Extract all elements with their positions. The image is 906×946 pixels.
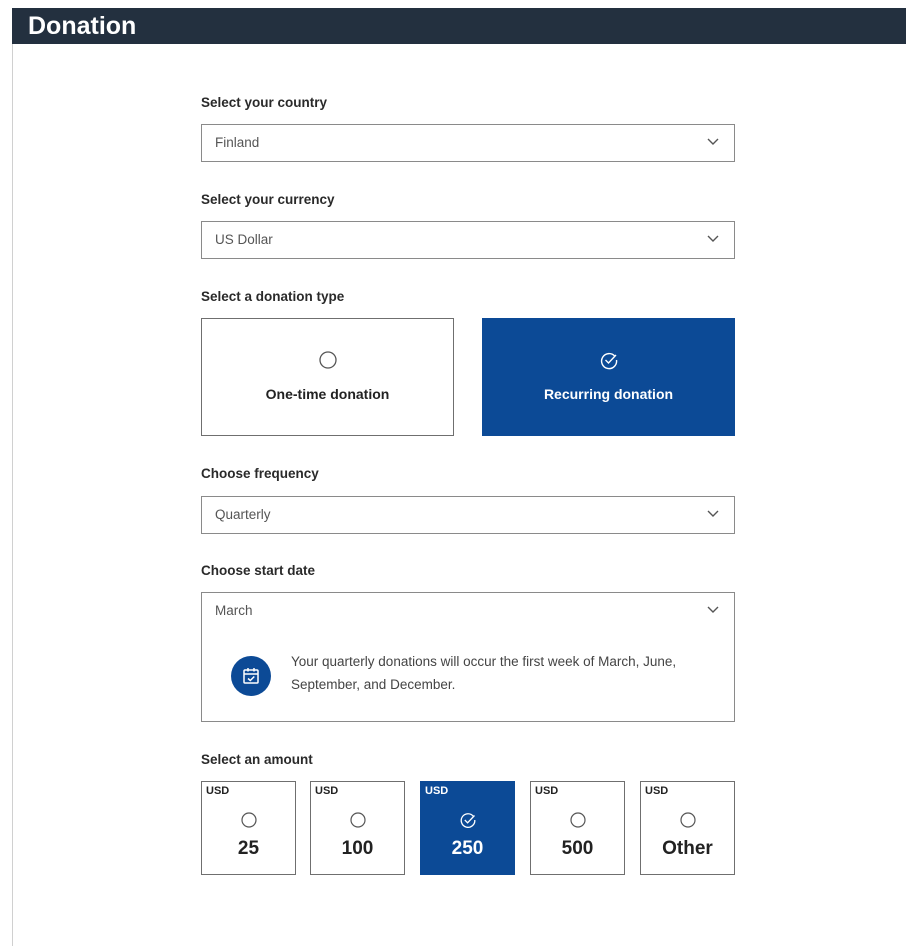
- radio-empty-icon: [318, 351, 337, 369]
- amount-option-500[interactable]: USD 500: [530, 781, 625, 875]
- schedule-info-text: Your quarterly donations will occur the …: [291, 654, 677, 692]
- currency-value: US Dollar: [215, 232, 273, 247]
- amount-value: 500: [561, 838, 594, 859]
- start-date-select[interactable]: March: [201, 592, 735, 630]
- check-circle-icon: [460, 813, 475, 828]
- chevron-down-icon: [707, 235, 719, 242]
- donation-type-label: Select a donation type: [201, 289, 345, 304]
- radio-empty-icon: [569, 812, 586, 828]
- radio-empty-icon: [349, 812, 366, 828]
- page-title: Donation: [28, 12, 137, 40]
- frequency-value: Quarterly: [215, 507, 271, 522]
- radio-empty-icon: [679, 812, 696, 828]
- amount-value: Other: [662, 838, 713, 859]
- start-date-label: Choose start date: [201, 563, 316, 578]
- amount-value: 250: [451, 838, 484, 859]
- amount-value: 100: [341, 838, 374, 859]
- page-header: Donation: [12, 8, 906, 44]
- page-left-border: [12, 44, 13, 946]
- amount-value: 25: [237, 838, 260, 859]
- country-value: Finland: [215, 135, 260, 150]
- amount-currency: USD: [535, 785, 559, 797]
- amount-label: Select an amount: [201, 752, 313, 767]
- start-date-value: March: [215, 603, 253, 618]
- amount-option-25[interactable]: USD 25: [201, 781, 296, 875]
- amount-option-100[interactable]: USD 100: [310, 781, 405, 875]
- frequency-label: Choose frequency: [201, 466, 319, 481]
- calendar-check-icon: [231, 656, 271, 696]
- amount-currency: USD: [645, 785, 669, 797]
- amount-currency: USD: [425, 785, 449, 797]
- amount-currency: USD: [206, 785, 230, 797]
- frequency-select[interactable]: Quarterly: [201, 496, 735, 534]
- schedule-info-box: Your quarterly donations will occur the …: [201, 628, 735, 722]
- radio-empty-icon: [240, 812, 257, 828]
- currency-select[interactable]: US Dollar: [201, 221, 735, 259]
- chevron-down-icon: [707, 138, 719, 145]
- one-time-donation-option[interactable]: One-time donation: [201, 318, 454, 436]
- recurring-donation-label: Recurring donation: [543, 386, 674, 402]
- country-label: Select your country: [201, 95, 328, 110]
- currency-label: Select your currency: [201, 192, 335, 207]
- country-select[interactable]: Finland: [201, 124, 735, 162]
- amount-currency: USD: [315, 785, 339, 797]
- chevron-down-icon: [707, 606, 719, 613]
- one-time-donation-label: One-time donation: [265, 386, 390, 402]
- amount-option-other[interactable]: USD Other: [640, 781, 735, 875]
- check-circle-icon: [600, 352, 617, 370]
- recurring-donation-option[interactable]: Recurring donation: [482, 318, 735, 436]
- amount-option-250[interactable]: USD 250: [420, 781, 515, 875]
- chevron-down-icon: [707, 510, 719, 517]
